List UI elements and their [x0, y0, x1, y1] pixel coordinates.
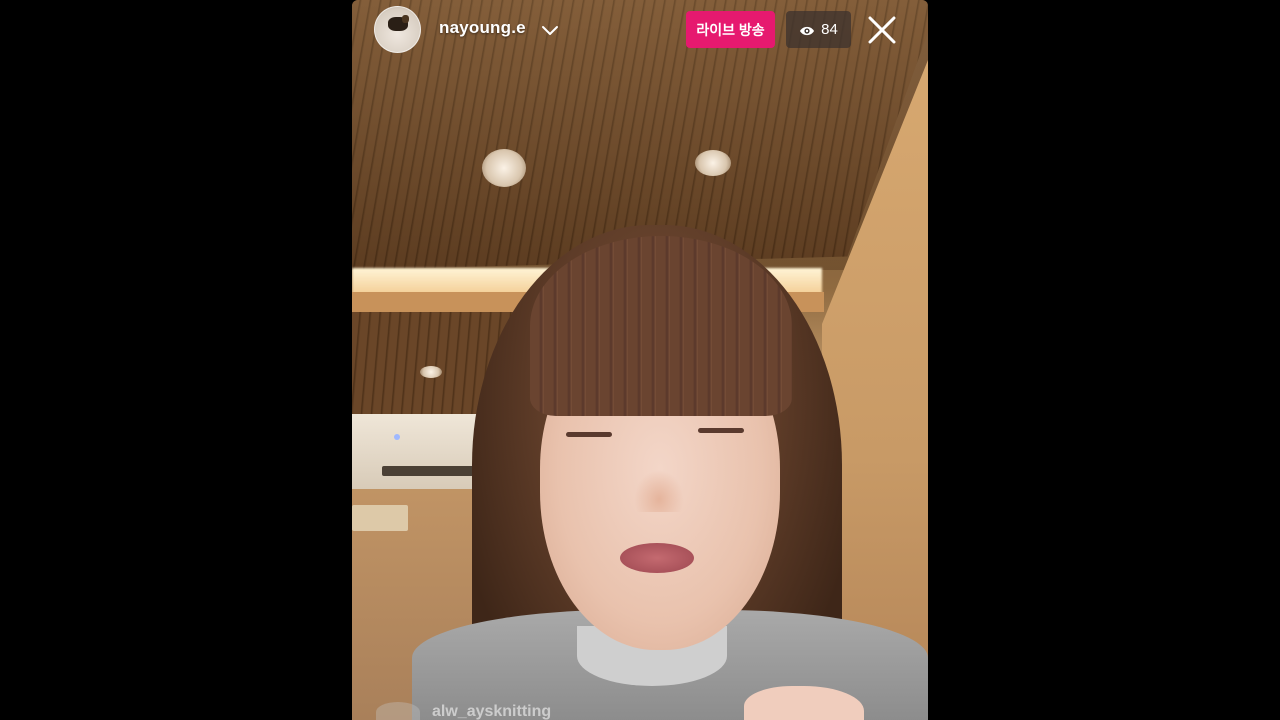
commenter-avatar [376, 702, 420, 720]
downlight [695, 150, 731, 176]
eye-icon [799, 24, 815, 36]
letterbox-right [928, 0, 1280, 720]
close-icon[interactable] [864, 12, 900, 48]
downlight [482, 149, 526, 187]
live-video-feed [352, 0, 928, 720]
streamer-username[interactable]: nayoung.e [439, 18, 526, 38]
downlight [420, 366, 442, 378]
streamer-avatar[interactable] [374, 6, 421, 53]
viewer-count: 84 [821, 21, 838, 38]
letterbox-left [0, 0, 352, 720]
live-badge: 라이브 방송 [686, 11, 775, 48]
comment-username: alw_aysknitting [432, 703, 552, 720]
chevron-down-icon[interactable] [540, 20, 560, 40]
comment-item: alw_aysknitting [376, 700, 551, 720]
live-badge-label: 라이브 방송 [696, 21, 765, 38]
viewer-count-badge[interactable]: 84 [786, 11, 851, 48]
